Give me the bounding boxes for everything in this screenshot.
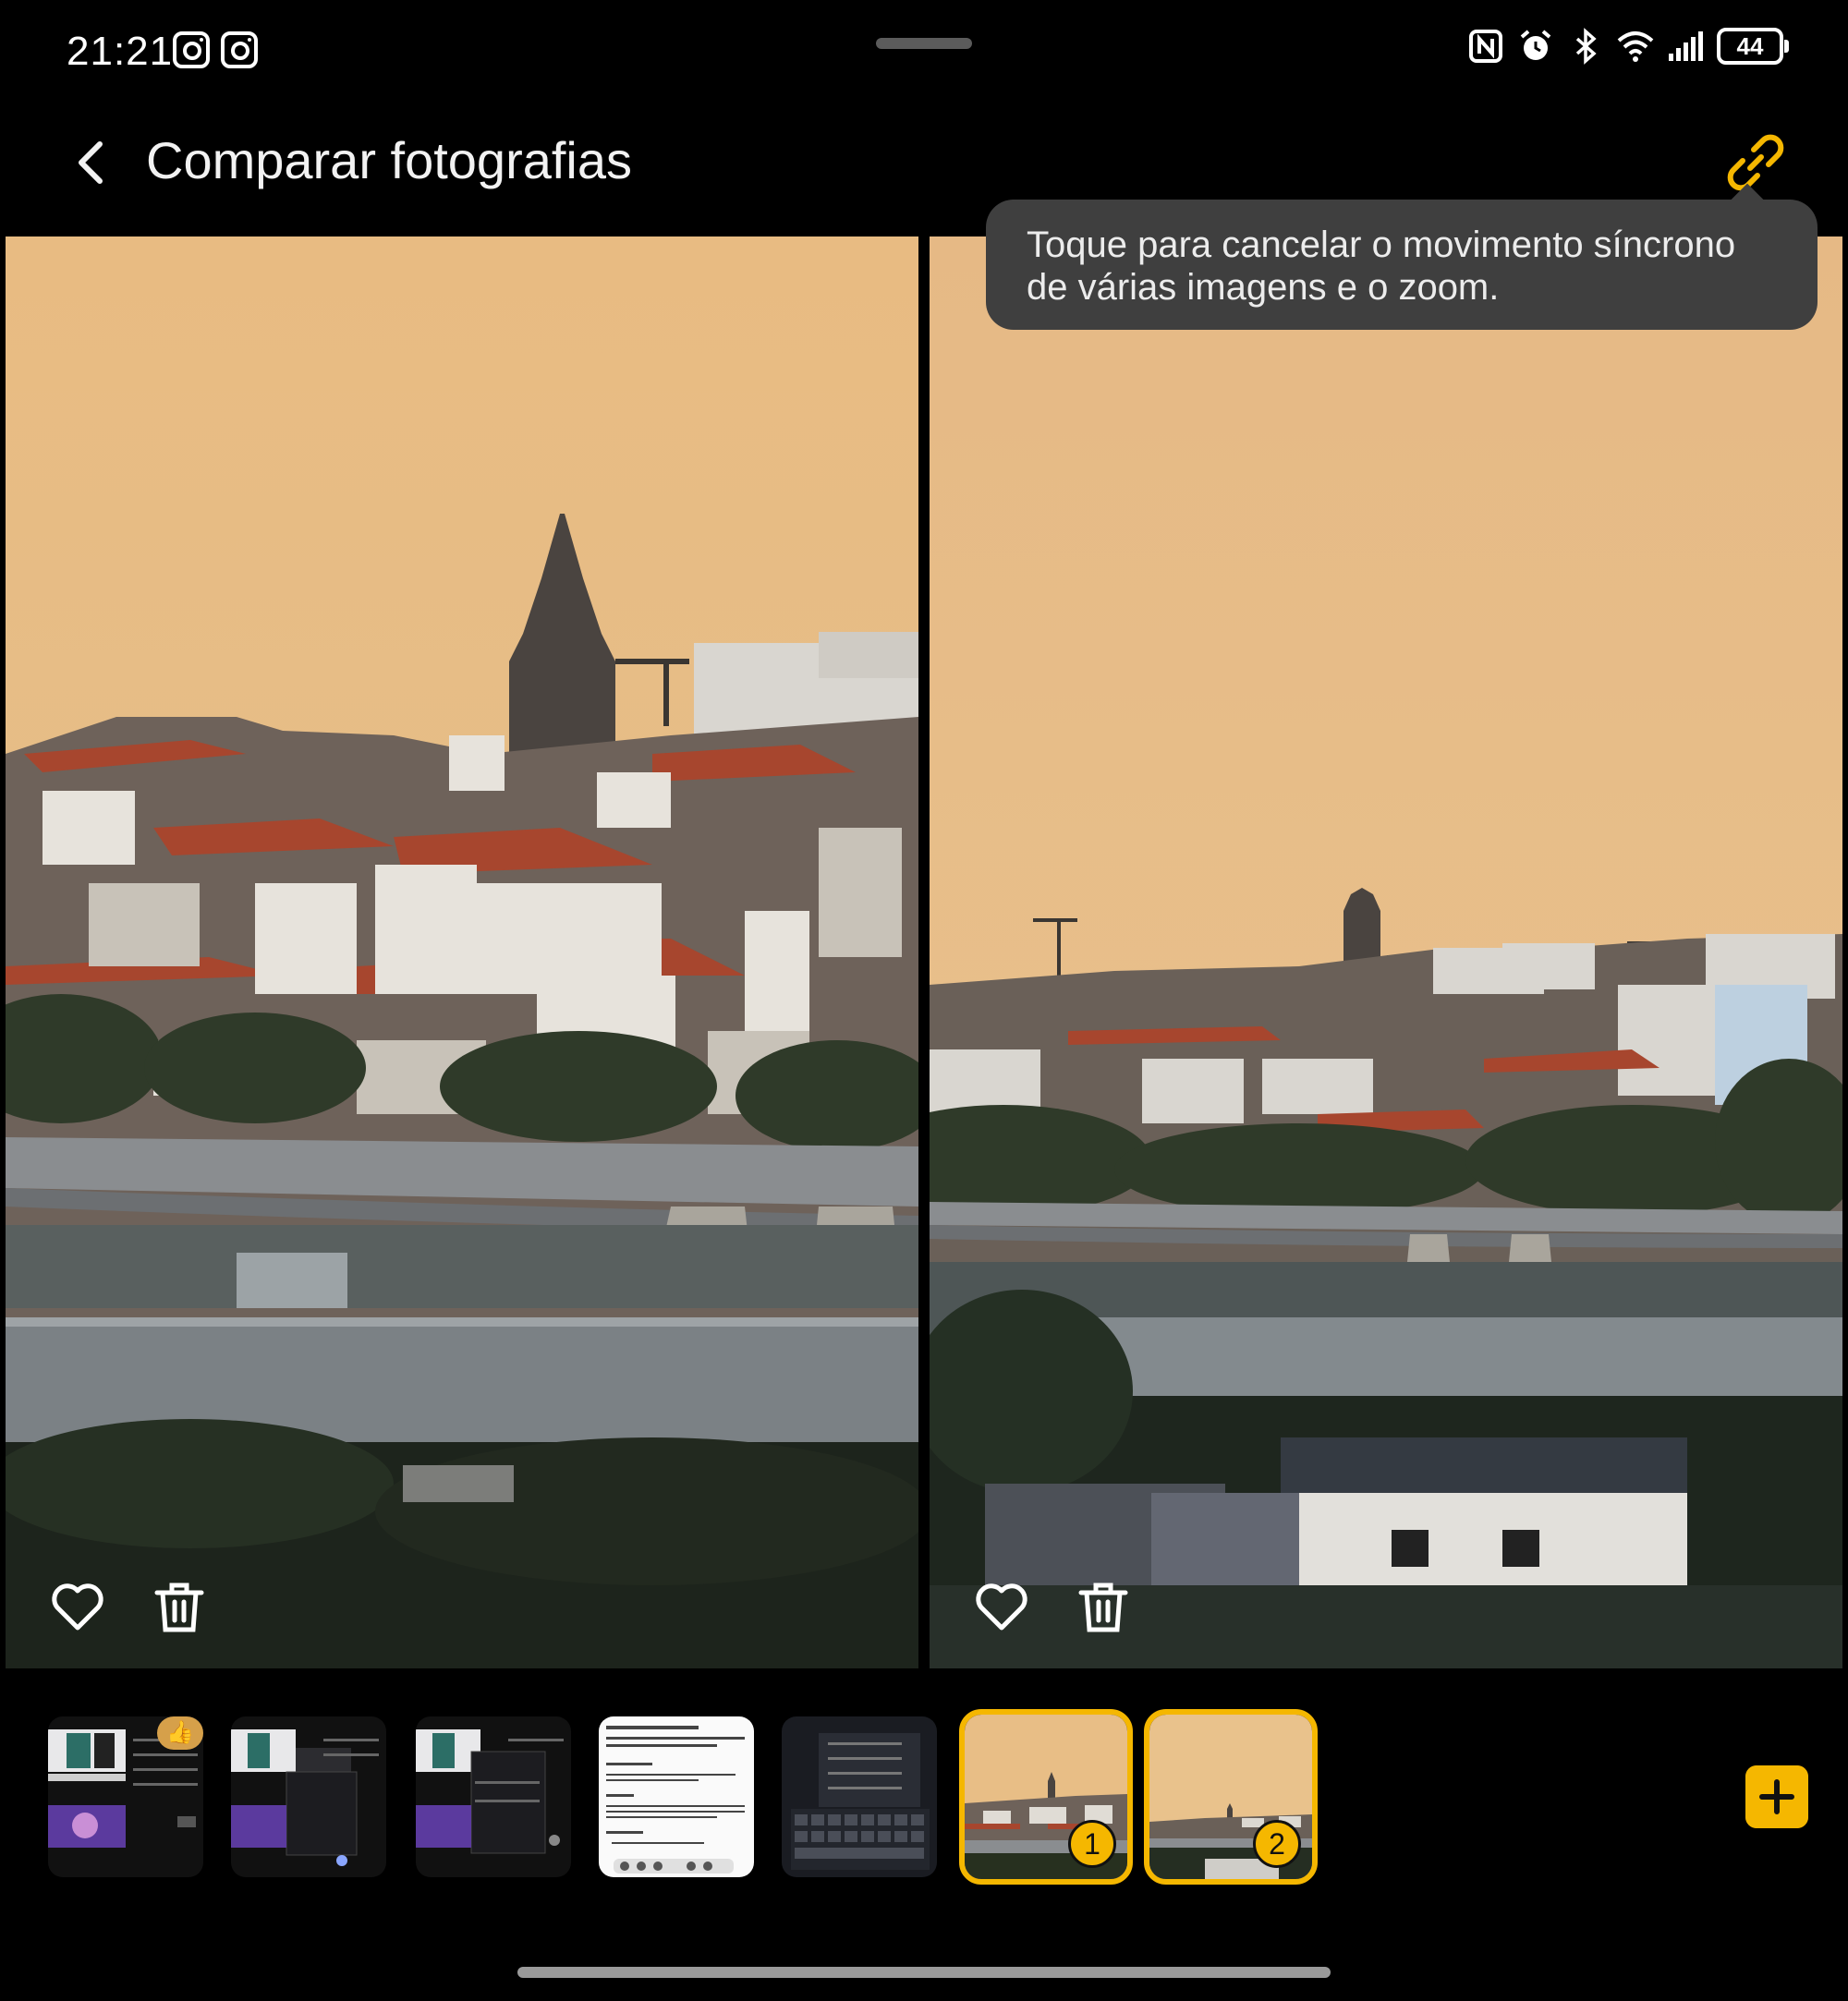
selection-badge: 2 (1253, 1820, 1301, 1868)
nfc-icon (1469, 30, 1502, 63)
bluetooth-icon (1575, 28, 1597, 65)
photo-panel-right[interactable] (930, 236, 1842, 1668)
sync-tooltip: Toque para cancelar o movimento síncrono… (986, 200, 1818, 330)
instagram-icon (221, 31, 258, 68)
city-photo-zoomed (6, 236, 918, 1668)
drag-handle[interactable] (876, 38, 972, 49)
thumbnail-screenshot[interactable] (231, 1716, 386, 1877)
wifi-icon (1617, 31, 1654, 62)
selection-badge: 1 (1068, 1820, 1116, 1868)
thumbnail-screenshot[interactable] (416, 1716, 571, 1877)
thumbnail-keyboard-screenshot[interactable] (782, 1716, 937, 1877)
photo-panel-left[interactable] (6, 236, 918, 1668)
alarm-icon (1520, 30, 1551, 60)
thumbnail-city-photo-1[interactable]: 1 (959, 1709, 1133, 1885)
status-time: 21:21 (67, 29, 174, 74)
heart-icon[interactable] (48, 1578, 107, 1637)
thumbnail-document[interactable] (599, 1716, 754, 1877)
signal-icon (1669, 31, 1703, 61)
city-photo-wide (930, 236, 1842, 1668)
plus-icon[interactable] (1745, 1765, 1808, 1828)
instagram-icon (173, 31, 210, 68)
back-arrow-icon[interactable] (65, 129, 120, 196)
home-indicator[interactable] (517, 1967, 1331, 1978)
trash-icon[interactable] (1074, 1578, 1133, 1637)
status-system-icons: 44 (1467, 28, 1789, 65)
status-app-icons (173, 31, 258, 68)
page-title: Comparar fotografias (146, 131, 633, 189)
heart-icon[interactable] (972, 1578, 1031, 1637)
thumbnail-city-photo-2[interactable]: 2 (1144, 1709, 1318, 1885)
battery-indicator: 44 (1717, 28, 1789, 65)
like-icon: 👍 (157, 1716, 203, 1750)
link-icon[interactable] (1722, 129, 1789, 196)
trash-icon[interactable] (150, 1578, 209, 1637)
